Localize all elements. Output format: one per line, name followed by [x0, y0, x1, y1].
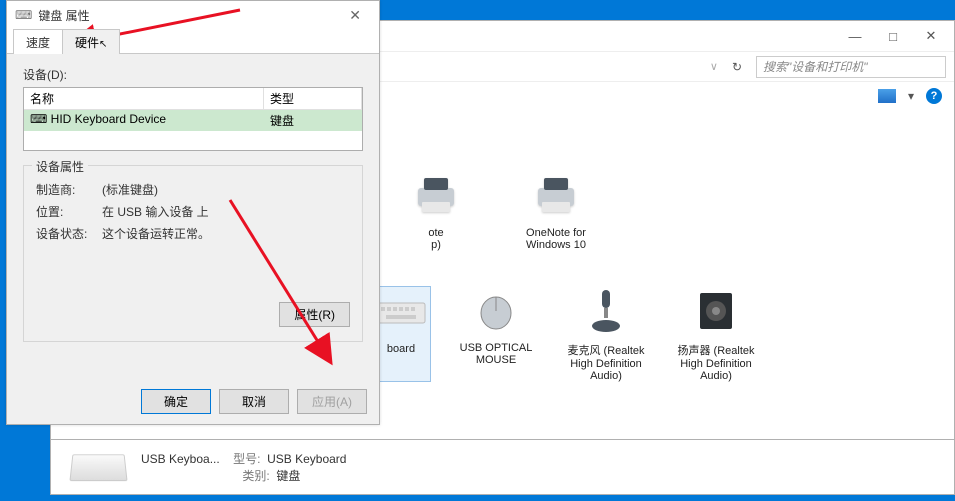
keyboard-icon: [376, 297, 426, 327]
refresh-icon[interactable]: ↻: [726, 60, 748, 74]
search-input[interactable]: 搜索"设备和打印机": [756, 56, 946, 78]
listbox-header: 名称 类型: [24, 88, 362, 110]
device-label: Audio): [561, 370, 651, 382]
device-label: OneNote for: [511, 227, 601, 239]
list-item[interactable]: ⌨ HID Keyboard Device 键盘: [24, 110, 362, 131]
group-legend: 设备属性: [32, 158, 88, 175]
col-name[interactable]: 名称: [24, 88, 264, 109]
stat-val: 这个设备运转正常。: [102, 225, 210, 242]
microphone-icon: [586, 288, 626, 334]
keyboard-properties-dialog: ⌨ 键盘 属性 ✕ 速度 硬件↖ 设备(D): 名称 类型 ⌨ HID Keyb…: [6, 0, 380, 425]
detail-model-val: USB Keyboard: [267, 452, 346, 466]
close-button[interactable]: ✕: [912, 24, 950, 48]
hardware-tab-panel: 设备(D): 名称 类型 ⌨ HID Keyboard Device 键盘 设备…: [7, 53, 379, 350]
device-label: 扬声器 (Realtek: [671, 342, 761, 358]
detail-model-key: 型号:: [233, 452, 260, 466]
device-label: 麦克风 (Realtek: [561, 342, 651, 358]
device-label: High Definition: [671, 358, 761, 370]
device-onenote-partial[interactable]: ote p): [391, 171, 481, 251]
detail-cat-val: 键盘: [276, 469, 300, 483]
printer-icon: [532, 176, 580, 216]
apply-button[interactable]: 应用(A): [297, 389, 367, 414]
properties-button[interactable]: 属性(R): [279, 302, 350, 327]
detail-cat-key: 类别:: [242, 469, 269, 483]
device-properties-group: 设备属性 制造商:(标准键盘) 位置:在 USB 输入设备 上 设备状态:这个设…: [23, 165, 363, 342]
dialog-close-button[interactable]: ✕: [339, 7, 371, 24]
device-label: MOUSE: [451, 354, 541, 366]
view-toggle-icon[interactable]: [878, 89, 896, 103]
minimize-button[interactable]: —: [836, 24, 874, 48]
help-icon[interactable]: ?: [926, 88, 942, 104]
device-speaker[interactable]: 扬声器 (Realtek High Definition Audio): [671, 286, 761, 382]
col-type[interactable]: 类型: [264, 88, 362, 109]
ok-button[interactable]: 确定: [141, 389, 211, 414]
devices-label: 设备(D):: [23, 66, 363, 83]
device-label: USB OPTICAL: [451, 342, 541, 354]
maximize-button[interactable]: □: [874, 24, 912, 48]
loc-key: 位置:: [36, 203, 102, 220]
printer-icon: [412, 176, 460, 216]
keyboard-thumb-icon: [69, 454, 127, 481]
devices-listbox[interactable]: 名称 类型 ⌨ HID Keyboard Device 键盘: [23, 87, 363, 151]
dialog-title: 键盘 属性: [38, 7, 89, 24]
dropdown-icon[interactable]: ▾: [908, 89, 914, 103]
device-label: High Definition: [561, 358, 651, 370]
detail-name: USB Keyboa...: [141, 452, 220, 466]
cursor-icon: ↖: [99, 39, 107, 50]
device-label: board: [372, 343, 430, 355]
keyboard-icon: ⌨: [15, 8, 32, 22]
keyboard-row-icon: ⌨: [30, 112, 47, 126]
device-label: Audio): [671, 370, 761, 382]
tab-hardware[interactable]: 硬件↖: [62, 29, 120, 54]
row-type: 键盘: [264, 110, 362, 131]
tab-hardware-label: 硬件: [75, 36, 99, 50]
device-label: ote: [391, 227, 481, 239]
tab-strip: 速度 硬件↖: [7, 29, 379, 53]
tab-speed[interactable]: 速度: [13, 29, 63, 54]
device-keyboard-selected[interactable]: board: [371, 286, 431, 382]
stat-key: 设备状态:: [36, 225, 102, 242]
row-name: HID Keyboard Device: [51, 112, 166, 126]
address-chevron-icon[interactable]: ∨: [710, 60, 718, 73]
details-pane: USB Keyboa... 型号: USB Keyboard 类别: 键盘: [50, 440, 955, 495]
mfr-key: 制造商:: [36, 181, 102, 198]
speaker-icon: [696, 289, 736, 333]
dialog-titlebar[interactable]: ⌨ 键盘 属性 ✕: [7, 1, 379, 29]
mouse-icon: [474, 291, 518, 331]
device-mouse[interactable]: USB OPTICAL MOUSE: [451, 286, 541, 382]
device-onenote-w10[interactable]: OneNote for Windows 10: [511, 171, 601, 251]
dialog-buttons: 确定 取消 应用(A): [141, 389, 367, 414]
device-label: p): [391, 239, 481, 251]
mfr-val: (标准键盘): [102, 181, 158, 198]
device-label: Windows 10: [511, 239, 601, 251]
device-mic[interactable]: 麦克风 (Realtek High Definition Audio): [561, 286, 651, 382]
cancel-button[interactable]: 取消: [219, 389, 289, 414]
loc-val: 在 USB 输入设备 上: [102, 203, 209, 220]
